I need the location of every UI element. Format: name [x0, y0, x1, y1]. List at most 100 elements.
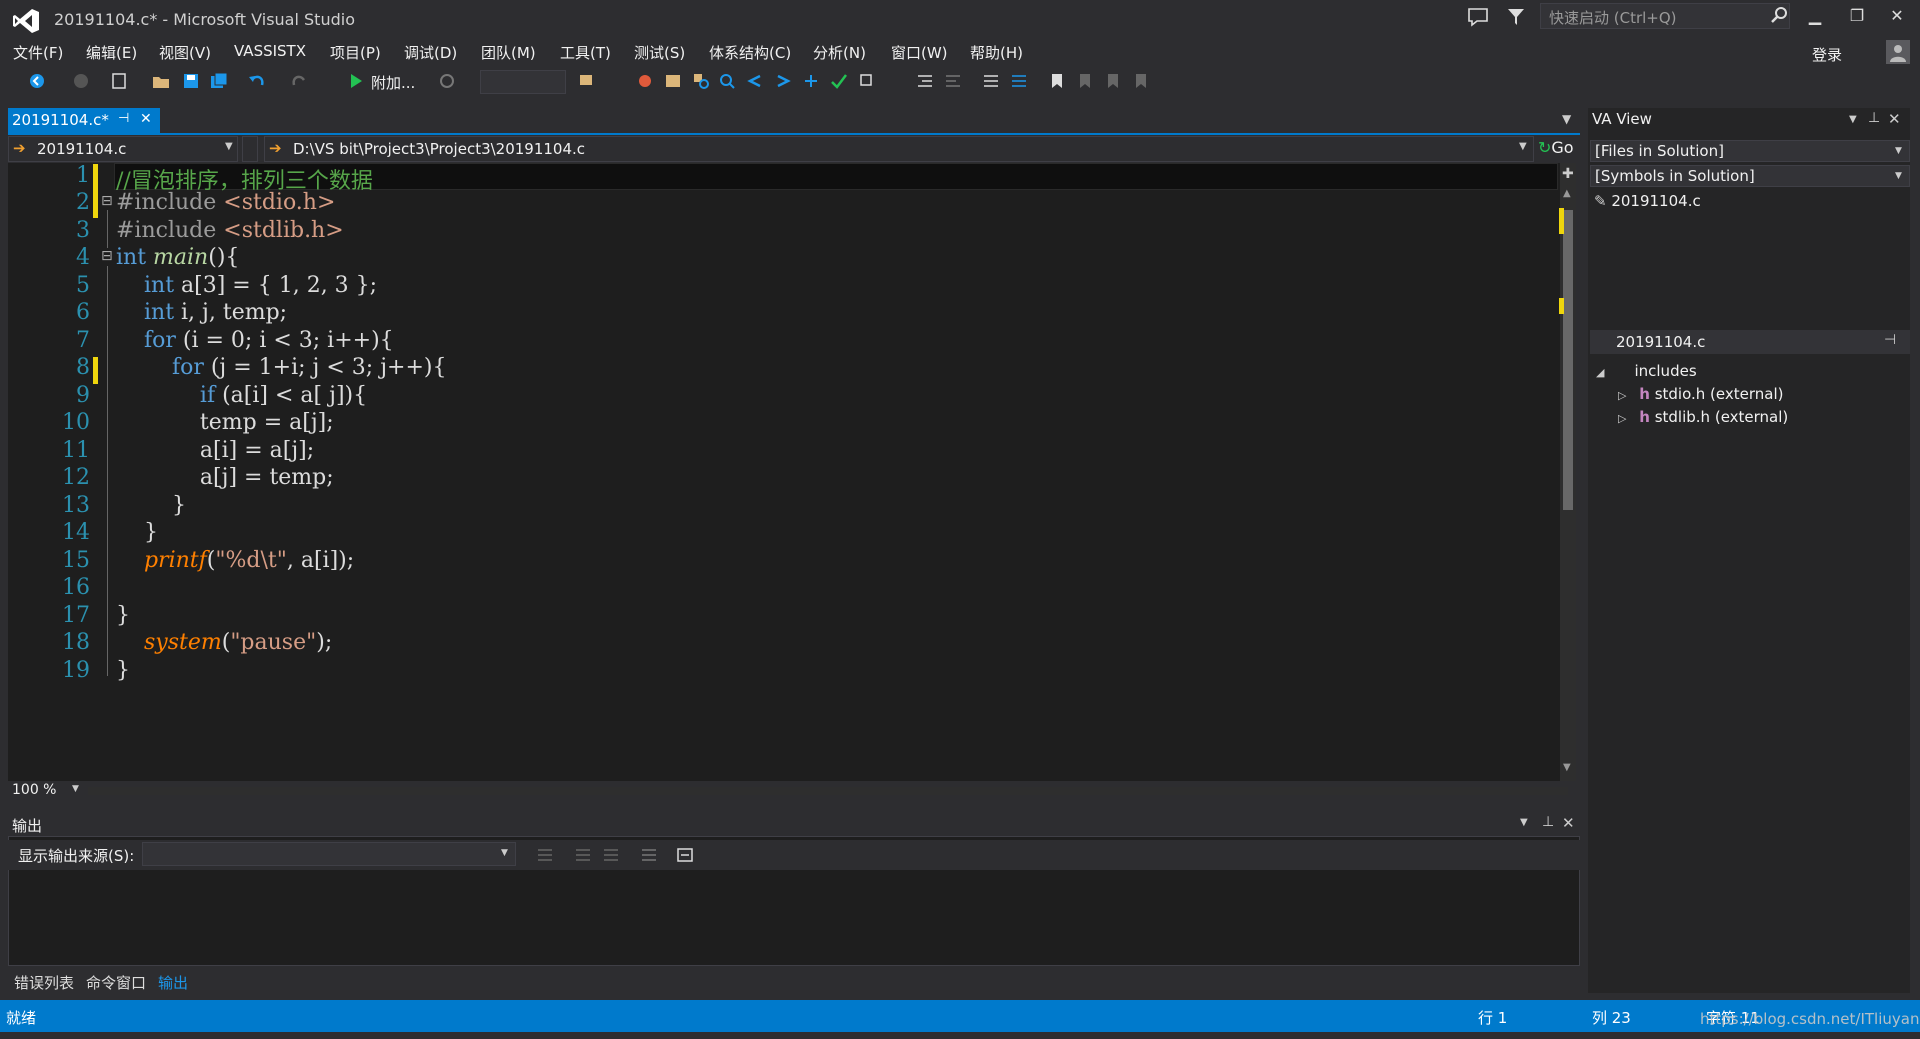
- split-editor-icon[interactable]: ✚: [1562, 166, 1574, 182]
- collapse-region-icon[interactable]: ⊟: [101, 193, 113, 209]
- zoom-level-dropdown[interactable]: 100 %: [12, 782, 56, 798]
- va-back-icon[interactable]: [746, 72, 764, 90]
- menu-view[interactable]: 视图(V): [159, 42, 211, 63]
- symbols-in-solution-combo[interactable]: [Symbols in Solution] ▼: [1590, 165, 1910, 187]
- menu-tools[interactable]: 工具(T): [560, 42, 611, 63]
- navigate-back-icon[interactable]: [28, 72, 46, 90]
- va-search-icon[interactable]: [718, 72, 736, 90]
- clear-all-icon[interactable]: [640, 846, 658, 864]
- va-file-item[interactable]: ✎ 20191104.c: [1594, 192, 1701, 210]
- menu-help[interactable]: 帮助(H): [970, 42, 1023, 63]
- attach-button[interactable]: 附加...: [371, 72, 415, 93]
- scroll-up-icon[interactable]: ▲: [1563, 188, 1571, 199]
- pin-panel-icon[interactable]: ⊥: [1542, 814, 1554, 830]
- go-button[interactable]: ↻Go: [1538, 138, 1574, 157]
- collapse-region-icon[interactable]: ⊟: [101, 248, 113, 264]
- pin-tab-icon[interactable]: ⊣: [118, 111, 129, 126]
- va-find-references-icon[interactable]: [692, 72, 710, 90]
- restore-button[interactable]: ❐: [1842, 6, 1872, 30]
- close-tab-icon[interactable]: ✕: [140, 111, 152, 127]
- menu-debug[interactable]: 调试(D): [404, 42, 457, 63]
- tab-20191104-c[interactable]: 20191104.c* ⊣ ✕: [8, 108, 160, 133]
- menu-analyze[interactable]: 分析(N): [813, 42, 866, 63]
- close-window-button[interactable]: ✕: [1882, 6, 1912, 30]
- sign-in-link[interactable]: 登录: [1812, 44, 1842, 65]
- find-message-icon[interactable]: [536, 846, 554, 864]
- save-all-icon[interactable]: [210, 72, 228, 90]
- notification-filter-icon[interactable]: [1506, 6, 1526, 28]
- minimize-button[interactable]: ▁: [1800, 6, 1830, 30]
- new-project-icon[interactable]: [110, 72, 128, 90]
- output-source-select[interactable]: ▼: [142, 842, 516, 866]
- panel-options-chevron-down-icon[interactable]: ▼: [1849, 114, 1857, 125]
- chevron-down-icon[interactable]: ▼: [72, 784, 79, 794]
- nav-path-label: D:\VS bit\Project3\Project3\20191104.c: [293, 140, 586, 158]
- uncomment-lines-icon[interactable]: [1010, 72, 1028, 90]
- scrollbar-thumb[interactable]: [1563, 210, 1573, 510]
- tree-node-includes[interactable]: ◢ includes: [1596, 362, 1697, 380]
- save-icon[interactable]: [182, 72, 200, 90]
- nav-path-dropdown[interactable]: ➔ D:\VS bit\Project3\Project3\20191104.c…: [264, 136, 1534, 162]
- va-forward-icon[interactable]: [774, 72, 792, 90]
- comment-lines-icon[interactable]: [982, 72, 1000, 90]
- tab-command-window[interactable]: 命令窗口: [86, 972, 146, 993]
- tree-node-stdio[interactable]: ▷ h stdio.h (external): [1618, 385, 1784, 403]
- panel-options-chevron-down-icon[interactable]: ▼: [1520, 817, 1528, 828]
- va-move-icon[interactable]: [802, 72, 820, 90]
- line-number: 2: [76, 190, 90, 215]
- menu-team[interactable]: 团队(M): [481, 42, 536, 63]
- va-find-symbol-icon[interactable]: [664, 72, 682, 90]
- tab-error-list[interactable]: 错误列表: [14, 972, 74, 993]
- change-marker: [93, 357, 98, 384]
- undo-icon[interactable]: [248, 72, 266, 90]
- editor-horizontal-scrollbar[interactable]: [88, 787, 1568, 795]
- prev-bookmark-icon[interactable]: [1076, 72, 1094, 90]
- user-avatar-icon[interactable]: [1886, 40, 1910, 64]
- va-refactor-icon[interactable]: [858, 72, 876, 90]
- bookmark-icon[interactable]: [1048, 72, 1066, 90]
- find-in-files-icon[interactable]: [578, 72, 596, 90]
- word-wrap-icon[interactable]: [676, 846, 694, 864]
- menu-project[interactable]: 项目(P): [330, 42, 381, 63]
- tree-node-stdlib[interactable]: ▷ h stdlib.h (external): [1618, 408, 1788, 426]
- chevron-down-icon: ▼: [1895, 171, 1902, 181]
- files-in-solution-combo[interactable]: [Files in Solution] ▼: [1590, 140, 1910, 162]
- spell-check-icon[interactable]: [830, 72, 848, 90]
- clear-bookmarks-icon[interactable]: [1132, 72, 1150, 90]
- menu-architecture[interactable]: 体系结构(C): [709, 42, 791, 63]
- code-line-13: }: [116, 493, 186, 518]
- menu-file[interactable]: 文件(F): [13, 42, 63, 63]
- redo-icon[interactable]: [290, 72, 308, 90]
- line-number: 18: [62, 630, 90, 655]
- line-number: 12: [62, 465, 90, 490]
- tab-output[interactable]: 输出: [158, 972, 188, 993]
- sync-pin-icon[interactable]: ⊣: [1884, 332, 1896, 348]
- close-panel-icon[interactable]: ✕: [1562, 814, 1575, 832]
- quick-launch-input[interactable]: 快速启动 (Ctrl+Q): [1540, 3, 1790, 29]
- close-panel-icon[interactable]: ✕: [1888, 110, 1901, 128]
- arrow-right-icon: ➔: [269, 139, 282, 157]
- va-outline-header: 20191104.c ⊣: [1590, 330, 1910, 354]
- scroll-down-icon[interactable]: ▼: [1563, 762, 1571, 773]
- tab-overflow-chevron-down-icon[interactable]: ▼: [1562, 112, 1571, 126]
- prev-message-icon[interactable]: [574, 846, 592, 864]
- search-icon[interactable]: [1770, 6, 1788, 24]
- open-file-icon[interactable]: [152, 72, 170, 90]
- menu-test[interactable]: 测试(S): [634, 42, 685, 63]
- next-bookmark-icon[interactable]: [1104, 72, 1122, 90]
- navigate-forward-icon[interactable]: [72, 72, 90, 90]
- nav-file-dropdown[interactable]: ➔ 20191104.c ▼: [8, 136, 238, 162]
- next-message-icon[interactable]: [602, 846, 620, 864]
- nav-scope-spinner[interactable]: [242, 136, 258, 162]
- refresh-icon[interactable]: [438, 72, 456, 90]
- outdent-icon[interactable]: [944, 72, 962, 90]
- start-debug-icon[interactable]: [347, 72, 365, 90]
- feedback-icon[interactable]: [1466, 6, 1490, 28]
- solution-config-dropdown[interactable]: [480, 70, 566, 94]
- menu-window[interactable]: 窗口(W): [891, 42, 948, 63]
- menu-edit[interactable]: 编辑(E): [86, 42, 137, 63]
- va-open-file-icon[interactable]: [636, 72, 654, 90]
- menu-vassistx[interactable]: VASSISTX: [234, 42, 306, 60]
- indent-icon[interactable]: [916, 72, 934, 90]
- pin-panel-icon[interactable]: ⊥: [1868, 110, 1880, 126]
